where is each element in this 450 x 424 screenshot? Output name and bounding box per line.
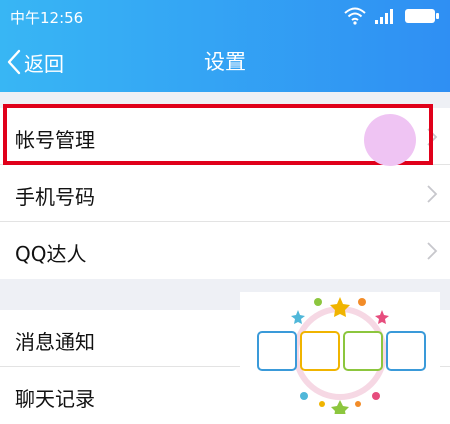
status-icons xyxy=(344,6,440,26)
watermark-logo: 宜 美 生 活 xyxy=(240,292,440,417)
nav-bar: 返回 设置 xyxy=(0,32,450,92)
watermark-char: 宜 xyxy=(264,337,290,368)
touch-indicator xyxy=(364,114,416,166)
settings-item-label: 消息通知 xyxy=(15,330,95,354)
status-bar: 中午12:56 xyxy=(0,0,450,32)
signal-icon xyxy=(375,9,393,24)
settings-item-qq-expert[interactable]: QQ达人 xyxy=(0,222,450,279)
chevron-right-icon xyxy=(427,242,438,260)
chevron-right-icon xyxy=(427,185,438,203)
watermark-char: 生 xyxy=(350,338,376,368)
watermark-graphic: 宜 美 生 活 xyxy=(257,297,426,417)
page-title: 设置 xyxy=(204,50,246,74)
settings-item-label: 手机号码 xyxy=(15,185,95,209)
watermark-text: 宜 美 生 活 xyxy=(257,331,426,371)
watermark-char: 美 xyxy=(307,337,333,368)
settings-item-label: 聊天记录 xyxy=(15,387,95,411)
status-time: 中午12:56 xyxy=(10,9,84,27)
app-header: 中午12:56 返回 设置 xyxy=(0,0,450,92)
chevron-right-icon xyxy=(427,128,438,146)
watermark-char: 活 xyxy=(393,338,419,368)
battery-icon xyxy=(405,9,439,23)
settings-item-label: 帐号管理 xyxy=(15,128,95,152)
settings-item-label: QQ达人 xyxy=(15,242,87,266)
settings-item-phone-number[interactable]: 手机号码 xyxy=(0,165,450,222)
wifi-icon xyxy=(344,7,366,25)
